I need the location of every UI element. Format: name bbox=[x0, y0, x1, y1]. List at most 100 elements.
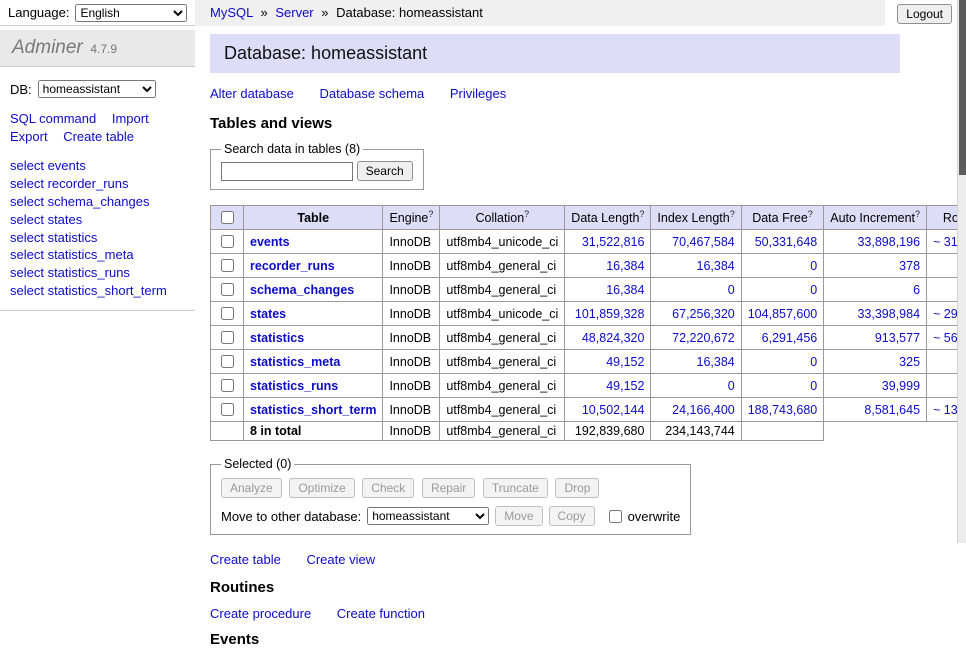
help-icon[interactable]: ? bbox=[915, 209, 920, 219]
table-link[interactable]: events bbox=[250, 235, 290, 249]
data-length-link[interactable]: 49,152 bbox=[606, 379, 644, 393]
index-length-link[interactable]: 67,256,320 bbox=[672, 307, 735, 321]
auto-increment-link[interactable]: 913,577 bbox=[875, 331, 920, 345]
data-free-link[interactable]: 188,743,680 bbox=[748, 403, 818, 417]
db-selector-row: DB: homeassistant bbox=[0, 67, 195, 102]
sidebar-link-import[interactable]: Import bbox=[112, 111, 149, 126]
sidebar-link-create-table[interactable]: Create table bbox=[63, 129, 134, 144]
privileges-link[interactable]: Privileges bbox=[450, 86, 506, 101]
sidebar-item-select-statistics[interactable]: select statistics bbox=[10, 229, 185, 247]
create-view-link[interactable]: Create view bbox=[306, 552, 375, 567]
move-button[interactable]: Move bbox=[495, 506, 542, 526]
create-procedure-link[interactable]: Create procedure bbox=[210, 606, 311, 621]
overwrite-checkbox[interactable] bbox=[609, 510, 622, 523]
data-length-link[interactable]: 10,502,144 bbox=[582, 403, 645, 417]
move-database-select[interactable]: homeassistant bbox=[367, 507, 489, 525]
table-link[interactable]: statistics_short_term bbox=[250, 403, 376, 417]
scrollbar-thumb[interactable] bbox=[959, 0, 966, 175]
data-free-link[interactable]: 104,857,600 bbox=[748, 307, 818, 321]
index-length-link[interactable]: 72,220,672 bbox=[672, 331, 735, 345]
table-link[interactable]: states bbox=[250, 307, 286, 321]
auto-increment-link[interactable]: 378 bbox=[899, 259, 920, 273]
row-checkbox[interactable] bbox=[221, 403, 234, 416]
table-link[interactable]: statistics_meta bbox=[250, 355, 340, 369]
sidebar-item-select-statistics-runs[interactable]: select statistics_runs bbox=[10, 264, 185, 282]
help-icon[interactable]: ? bbox=[730, 209, 735, 219]
sidebar-link-export[interactable]: Export bbox=[10, 129, 48, 144]
data-length-link[interactable]: 49,152 bbox=[606, 355, 644, 369]
index-length-link[interactable]: 0 bbox=[728, 379, 735, 393]
col-header-data-free: Data Free? bbox=[741, 206, 824, 230]
optimize-button[interactable]: Optimize bbox=[289, 478, 354, 498]
create-table-link[interactable]: Create table bbox=[210, 552, 281, 567]
row-checkbox[interactable] bbox=[221, 283, 234, 296]
check-button[interactable]: Check bbox=[362, 478, 414, 498]
data-length-link[interactable]: 31,522,816 bbox=[582, 235, 645, 249]
sidebar-item-select-states[interactable]: select states bbox=[10, 211, 185, 229]
index-length-link[interactable]: 24,166,400 bbox=[672, 403, 735, 417]
db-select[interactable]: homeassistant bbox=[38, 80, 156, 98]
breadcrumb-link-server[interactable]: Server bbox=[275, 5, 313, 20]
data-free-link[interactable]: 0 bbox=[810, 259, 817, 273]
auto-increment-link[interactable]: 8,581,645 bbox=[864, 403, 920, 417]
database-schema-link[interactable]: Database schema bbox=[319, 86, 424, 101]
table-total-row: 8 in total InnoDB utf8mb4_general_ci 192… bbox=[211, 422, 966, 441]
table-link[interactable]: statistics bbox=[250, 331, 304, 345]
help-icon[interactable]: ? bbox=[428, 209, 433, 219]
table-link[interactable]: statistics_runs bbox=[250, 379, 338, 393]
alter-database-link[interactable]: Alter database bbox=[210, 86, 294, 101]
index-length-link[interactable]: 70,467,584 bbox=[672, 235, 735, 249]
sidebar-item-select-statistics-short-term[interactable]: select statistics_short_term bbox=[10, 282, 185, 300]
help-icon[interactable]: ? bbox=[808, 209, 813, 219]
table-link[interactable]: schema_changes bbox=[250, 283, 354, 297]
search-button[interactable]: Search bbox=[357, 161, 413, 181]
search-input[interactable] bbox=[221, 162, 353, 181]
help-icon[interactable]: ? bbox=[524, 209, 529, 219]
analyze-button[interactable]: Analyze bbox=[221, 478, 282, 498]
logout-button[interactable]: Logout bbox=[897, 4, 952, 24]
data-free-link[interactable]: 50,331,648 bbox=[755, 235, 818, 249]
row-checkbox[interactable] bbox=[221, 259, 234, 272]
repair-button[interactable]: Repair bbox=[422, 478, 475, 498]
data-length-link[interactable]: 16,384 bbox=[606, 259, 644, 273]
app-title: Adminer 4.7.9 bbox=[0, 30, 195, 67]
data-length-link[interactable]: 101,859,328 bbox=[575, 307, 645, 321]
drop-button[interactable]: Drop bbox=[555, 478, 599, 498]
breadcrumb-current: Database: homeassistant bbox=[336, 5, 483, 20]
sidebar-item-select-schema-changes[interactable]: select schema_changes bbox=[10, 193, 185, 211]
truncate-button[interactable]: Truncate bbox=[483, 478, 548, 498]
collation-cell: utf8mb4_unicode_ci bbox=[440, 230, 565, 254]
sidebar-link-sql-command[interactable]: SQL command bbox=[10, 111, 96, 126]
data-free-link[interactable]: 6,291,456 bbox=[762, 331, 818, 345]
scrollbar[interactable] bbox=[957, 0, 966, 543]
data-free-link[interactable]: 0 bbox=[810, 283, 817, 297]
copy-button[interactable]: Copy bbox=[549, 506, 595, 526]
table-link[interactable]: recorder_runs bbox=[250, 259, 335, 273]
auto-increment-link[interactable]: 33,398,984 bbox=[857, 307, 920, 321]
sidebar-item-select-recorder-runs[interactable]: select recorder_runs bbox=[10, 175, 185, 193]
index-length-link[interactable]: 16,384 bbox=[697, 355, 735, 369]
row-checkbox[interactable] bbox=[221, 355, 234, 368]
logout-area: Logout bbox=[885, 0, 966, 24]
auto-increment-link[interactable]: 6 bbox=[913, 283, 920, 297]
row-checkbox[interactable] bbox=[221, 331, 234, 344]
data-free-link[interactable]: 0 bbox=[810, 379, 817, 393]
data-length-link[interactable]: 48,824,320 bbox=[582, 331, 645, 345]
data-free-link[interactable]: 0 bbox=[810, 355, 817, 369]
sidebar-item-select-events[interactable]: select events bbox=[10, 157, 185, 175]
create-function-link[interactable]: Create function bbox=[337, 606, 425, 621]
row-checkbox[interactable] bbox=[221, 235, 234, 248]
sidebar-item-select-statistics-meta[interactable]: select statistics_meta bbox=[10, 246, 185, 264]
help-icon[interactable]: ? bbox=[639, 209, 644, 219]
index-length-link[interactable]: 0 bbox=[728, 283, 735, 297]
language-select[interactable]: English bbox=[75, 4, 187, 22]
data-length-link[interactable]: 16,384 bbox=[606, 283, 644, 297]
auto-increment-link[interactable]: 33,898,196 bbox=[857, 235, 920, 249]
breadcrumb-link-mysql[interactable]: MySQL bbox=[210, 5, 253, 20]
row-checkbox[interactable] bbox=[221, 379, 234, 392]
auto-increment-link[interactable]: 325 bbox=[899, 355, 920, 369]
row-checkbox[interactable] bbox=[221, 307, 234, 320]
auto-increment-link[interactable]: 39,999 bbox=[882, 379, 920, 393]
select-all-checkbox[interactable] bbox=[221, 211, 234, 224]
index-length-link[interactable]: 16,384 bbox=[697, 259, 735, 273]
